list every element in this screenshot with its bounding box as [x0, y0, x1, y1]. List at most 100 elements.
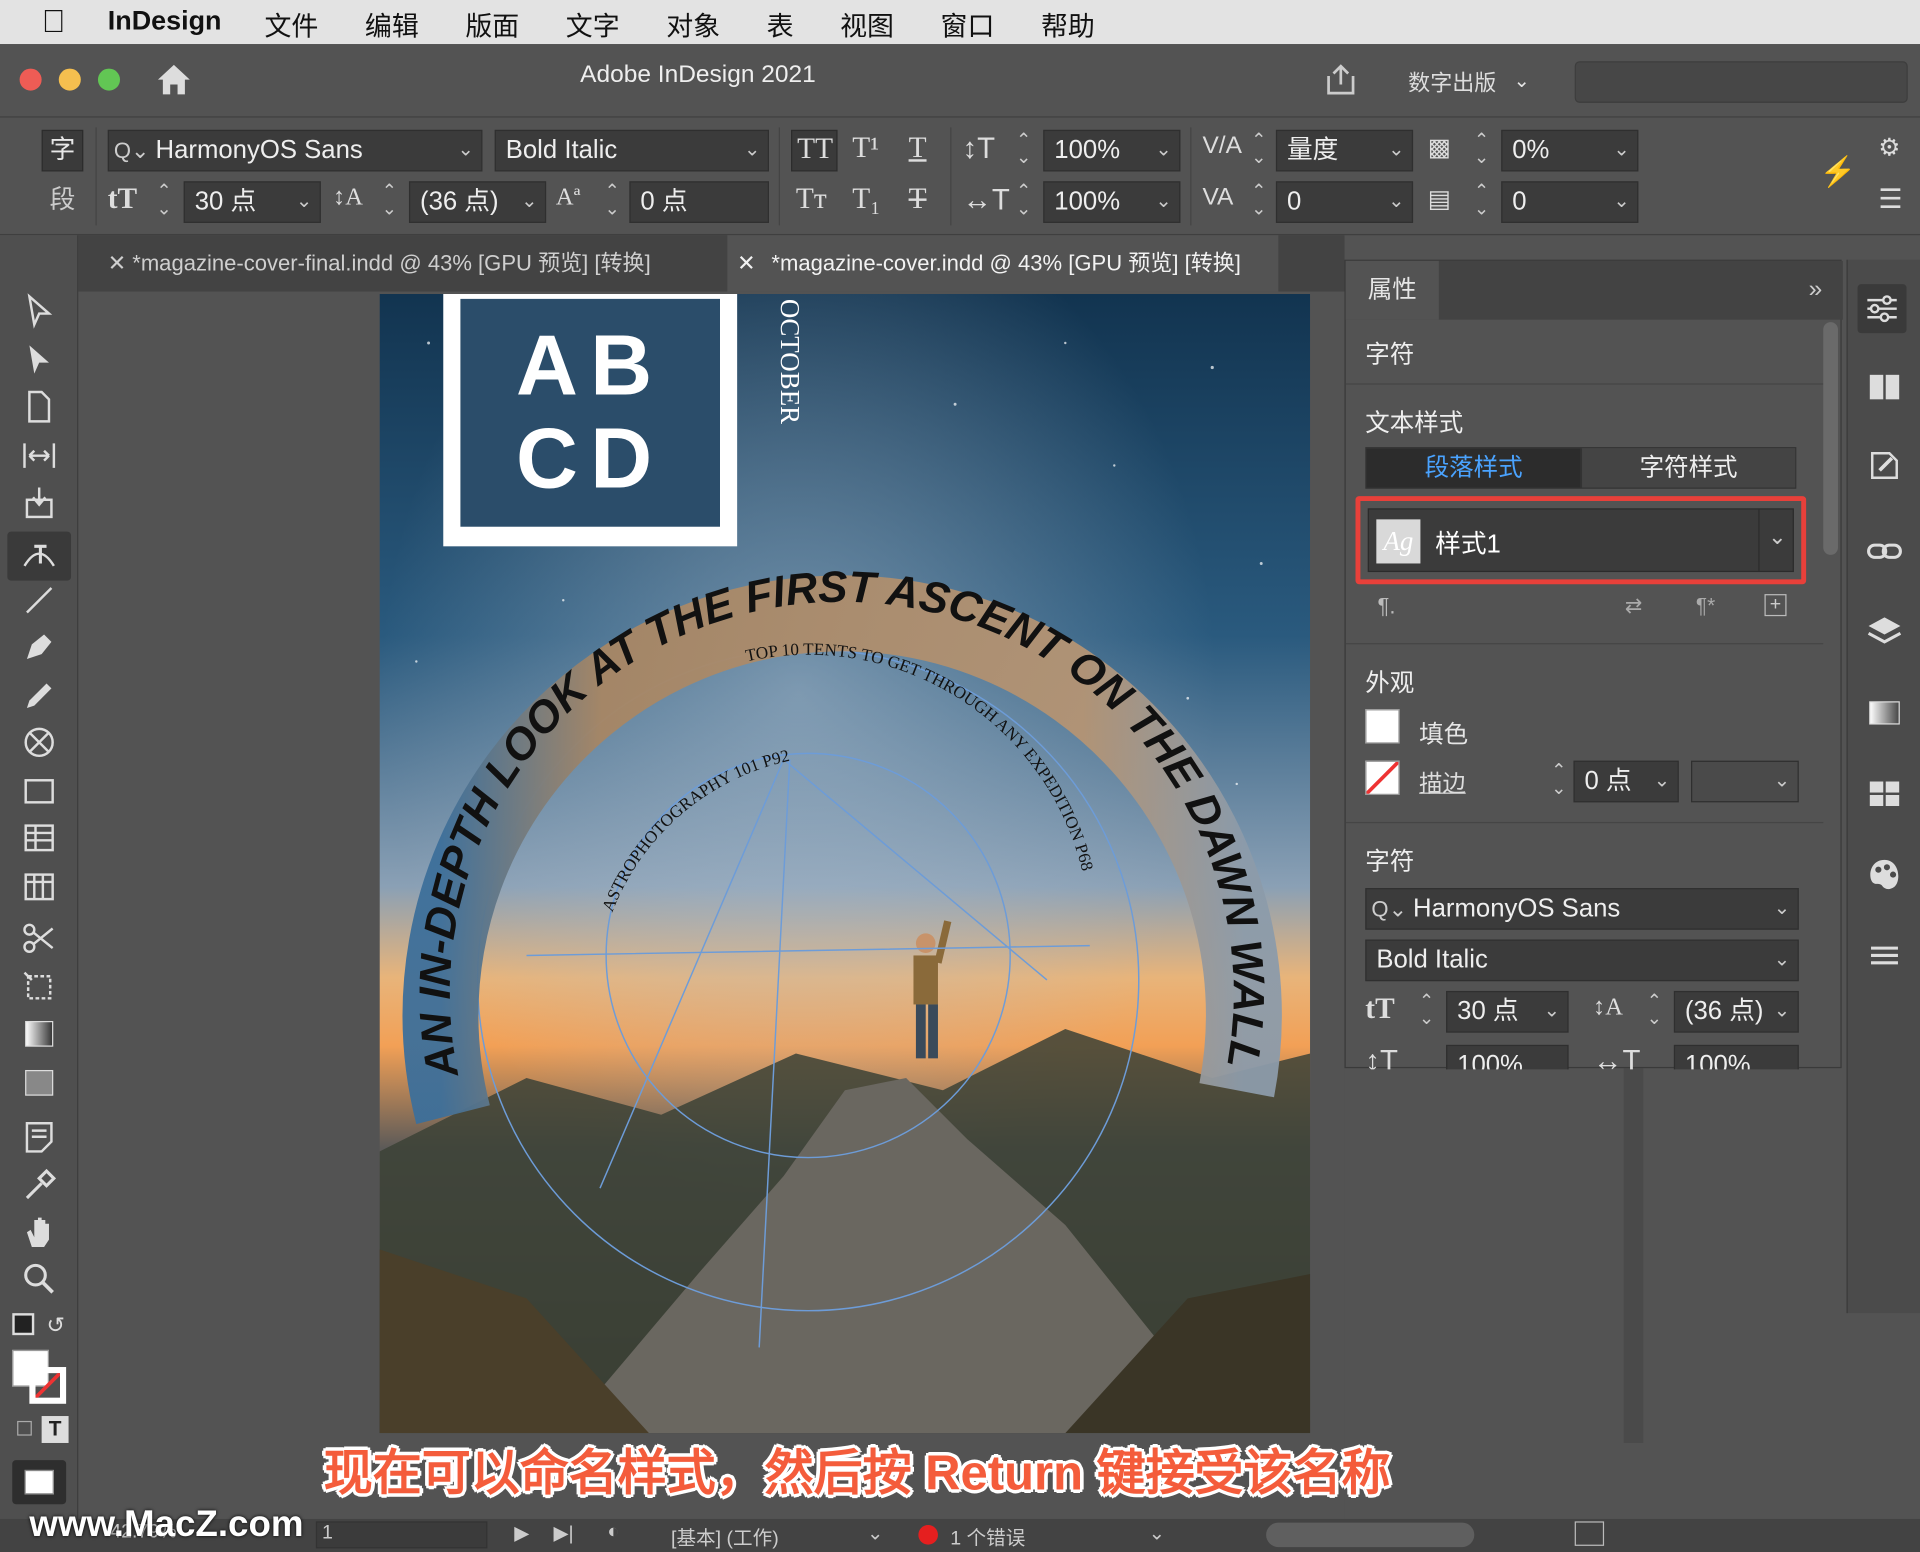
- stepper-icon[interactable]: ⌃ ⌄: [1642, 992, 1666, 1028]
- tab-paragraph-styles[interactable]: 段落样式: [1366, 448, 1581, 488]
- synchronize-style-icon[interactable]: ⇄: [1625, 594, 1642, 618]
- chevron-down-icon[interactable]: ⌄: [744, 131, 760, 170]
- collapse-panel-icon[interactable]: »: [1809, 276, 1823, 304]
- properties-dock-button[interactable]: [1857, 284, 1907, 334]
- chevron-down-icon[interactable]: ⌄: [1774, 992, 1790, 1031]
- style-dropdown[interactable]: Ag 样式1 ⌄: [1367, 508, 1795, 573]
- gear-icon[interactable]: ⚙: [1878, 132, 1900, 163]
- menu-view[interactable]: 视图: [840, 5, 894, 44]
- superscript-button[interactable]: T¹: [852, 132, 879, 165]
- paragraph-mode-button[interactable]: 段: [42, 181, 84, 223]
- font-family-field[interactable]: Q⌄ HarmonyOS Sans ⌄: [1365, 888, 1799, 930]
- chevron-down-icon[interactable]: ⌄: [1544, 992, 1560, 1031]
- cc-libraries-icon[interactable]: [1865, 446, 1904, 485]
- last-page-icon[interactable]: ▶|: [553, 1521, 573, 1545]
- chevron-down-icon[interactable]: ⌄: [1155, 183, 1171, 222]
- close-icon[interactable]: ✕: [108, 235, 126, 291]
- stepper-icon[interactable]: ⌃ ⌄: [1011, 131, 1035, 167]
- note-tool-icon[interactable]: [20, 1117, 59, 1156]
- chevron-down-icon[interactable]: ⌄: [1654, 762, 1670, 801]
- gradient-panel-icon[interactable]: [1865, 693, 1904, 732]
- chevron-down-icon[interactable]: ⌄: [1513, 69, 1529, 93]
- chevron-down-icon[interactable]: ⌄: [1774, 762, 1790, 801]
- pages-icon[interactable]: [1865, 367, 1904, 406]
- menu-table[interactable]: 表: [767, 5, 794, 44]
- swap-colors-icon[interactable]: ↺: [47, 1313, 65, 1339]
- table-tool-icon[interactable]: [20, 818, 59, 857]
- eyedropper-tool-icon[interactable]: [20, 1166, 59, 1205]
- hand-tool-icon[interactable]: [20, 1213, 59, 1252]
- paragraph-mark-icon[interactable]: ¶.: [1378, 594, 1396, 620]
- magazine-cover-page[interactable]: AN IN-DEPTH LOOK AT THE FIRST ASCENT ON …: [379, 293, 1311, 1434]
- chevron-down-icon[interactable]: ⌄: [1758, 509, 1795, 571]
- stepper-icon[interactable]: ⌃ ⌄: [600, 183, 624, 219]
- stroke-weight-field[interactable]: 0 点 ⌄: [1573, 760, 1679, 803]
- strikethrough-button[interactable]: T: [909, 184, 927, 217]
- error-count[interactable]: 1 个错误: [950, 1521, 1025, 1550]
- menu-edit[interactable]: 编辑: [365, 5, 419, 44]
- default-colors-icon[interactable]: [12, 1313, 35, 1336]
- tab-character-styles[interactable]: 字符样式: [1580, 448, 1796, 488]
- menu-type[interactable]: 文字: [566, 5, 620, 44]
- links-icon[interactable]: [1865, 532, 1904, 571]
- character-mode-button[interactable]: 字: [41, 129, 84, 172]
- chevron-down-icon[interactable]: ⌄: [1149, 1521, 1165, 1545]
- zoom-tool-icon[interactable]: [20, 1259, 59, 1298]
- direct-selection-tool-icon[interactable]: [20, 341, 59, 380]
- vertical-grid-tool-icon[interactable]: [20, 867, 59, 906]
- subscript-button[interactable]: T₁: [852, 184, 880, 217]
- apple-icon[interactable]: : [42, 2, 66, 40]
- stepper-icon[interactable]: ⌃ ⌄: [152, 183, 176, 219]
- pen-tool-icon[interactable]: [20, 627, 59, 666]
- tab-magazine-cover[interactable]: ✕ *magazine-cover.indd @ 43% [GPU 预览] [转…: [727, 235, 1279, 292]
- stepper-icon[interactable]: ⌃ ⌄: [377, 183, 401, 219]
- kerning-field[interactable]: 量度 ⌄: [1275, 129, 1414, 172]
- all-caps-button[interactable]: TT: [791, 129, 838, 172]
- menu-window[interactable]: 窗口: [941, 5, 995, 44]
- type-on-path-tool-button[interactable]: [7, 531, 72, 581]
- leading-field[interactable]: (36 点) ⌄: [1673, 990, 1799, 1033]
- stroke-swatch[interactable]: [29, 1367, 67, 1404]
- tsume-field[interactable]: 0% ⌄: [1501, 129, 1639, 172]
- baseline-shift-field[interactable]: 0 点: [629, 181, 769, 223]
- preflight-icon[interactable]: ◐: [607, 1521, 619, 1543]
- scissors-tool-icon[interactable]: [20, 919, 59, 958]
- clear-overrides-icon[interactable]: ¶*: [1696, 594, 1715, 618]
- stepper-icon[interactable]: ⌃ ⌄: [1469, 183, 1493, 219]
- line-tool-icon[interactable]: [20, 581, 59, 620]
- horizontal-scrollbar[interactable]: [1266, 1522, 1475, 1548]
- menu-help[interactable]: 帮助: [1041, 5, 1095, 44]
- vertical-scale-field[interactable]: 100%: [1446, 1044, 1569, 1070]
- chevron-down-icon[interactable]: ⌄: [1388, 131, 1404, 170]
- chevron-down-icon[interactable]: ⌄: [1774, 889, 1790, 928]
- lightning-icon[interactable]: ⚡: [1820, 154, 1857, 190]
- chevron-down-icon[interactable]: ⌄: [1613, 131, 1629, 170]
- stroke-swatch[interactable]: [1365, 760, 1400, 796]
- font-style-field[interactable]: Bold Italic ⌄: [1365, 939, 1799, 982]
- vertical-scale-field[interactable]: 100% ⌄: [1043, 129, 1181, 172]
- underline-button[interactable]: T: [909, 132, 927, 165]
- gradient-feather-tool-icon[interactable]: [20, 1063, 59, 1102]
- stepper-icon[interactable]: ⌃ ⌄: [1414, 992, 1438, 1028]
- skew-field[interactable]: 0 ⌄: [1501, 181, 1639, 223]
- document-canvas[interactable]: AN IN-DEPTH LOOK AT THE FIRST ASCENT ON …: [78, 291, 1644, 1519]
- menu-object[interactable]: 对象: [666, 5, 720, 44]
- chevron-down-icon[interactable]: ⌄: [296, 183, 312, 222]
- content-collector-icon[interactable]: [20, 483, 59, 522]
- panel-menu-icon[interactable]: ☰: [1878, 184, 1902, 216]
- horizontal-scale-field[interactable]: 100% ⌄: [1043, 181, 1181, 223]
- chevron-down-icon[interactable]: ⌄: [457, 131, 473, 170]
- tracking-value-field[interactable]: 0 ⌄: [1275, 181, 1414, 223]
- font-family-field[interactable]: Q⌄ HarmonyOS Sans ⌄: [107, 129, 483, 172]
- menu-layout[interactable]: 版面: [465, 5, 519, 44]
- horizontal-scale-field[interactable]: 100%: [1673, 1044, 1799, 1070]
- ellipse-frame-tool-icon[interactable]: [20, 723, 59, 762]
- font-size-field[interactable]: 30 点 ⌄: [1446, 990, 1569, 1033]
- chevron-down-icon[interactable]: ⌄: [1774, 941, 1790, 980]
- stroke-type-field[interactable]: ⌄: [1691, 760, 1799, 803]
- small-caps-button[interactable]: Tт: [796, 184, 827, 217]
- swatches-icon[interactable]: [1865, 774, 1904, 813]
- panel-scrollbar[interactable]: [1823, 322, 1838, 555]
- next-page-icon[interactable]: ▶: [514, 1521, 529, 1545]
- color-panel-icon[interactable]: [1865, 855, 1904, 894]
